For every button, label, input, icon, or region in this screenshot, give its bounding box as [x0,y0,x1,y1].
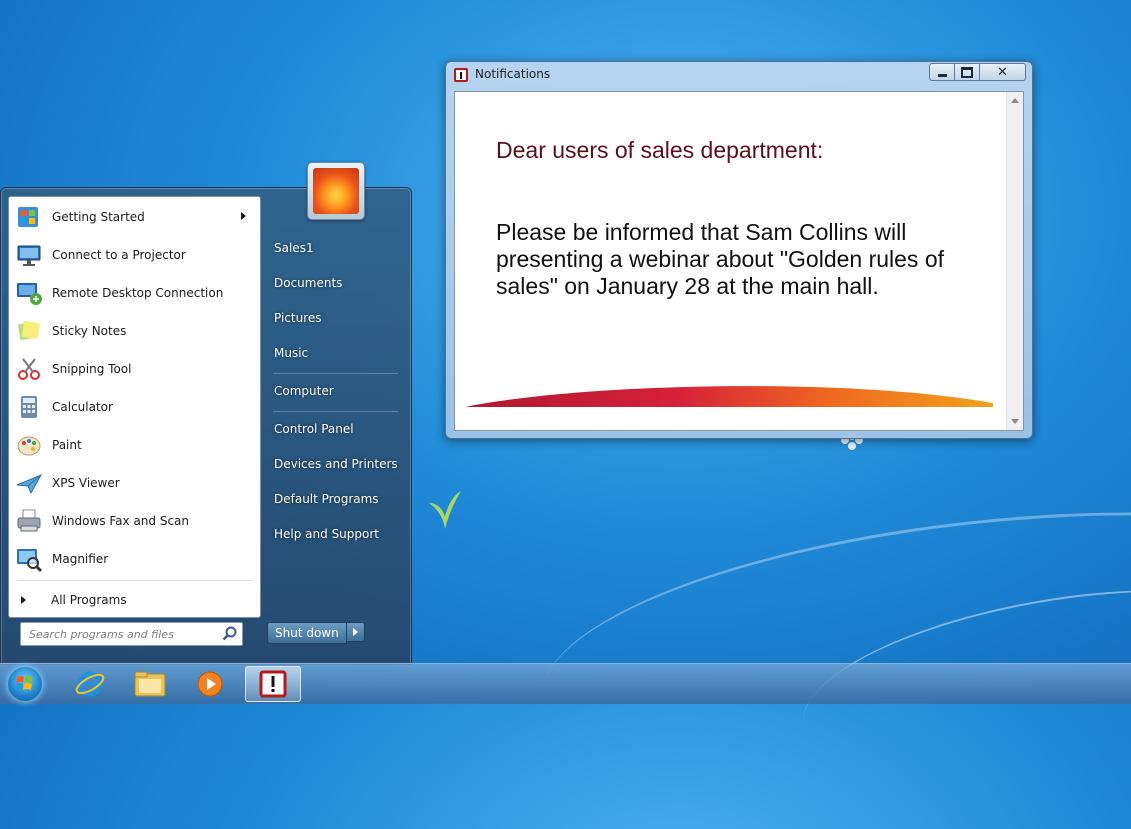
program-label: Paint [52,438,82,452]
program-label: Magnifier [52,552,109,566]
program-label: Getting Started [52,210,145,224]
program-label: Remote Desktop Connection [52,286,224,300]
start-button[interactable] [6,665,44,703]
right-item-control-panel[interactable]: Control Panel [266,415,404,443]
program-item-calculator[interactable]: Calculator [13,389,256,425]
decorative-swoosh [465,386,993,407]
search-icon[interactable] [221,625,239,643]
close-icon: ✕ [997,64,1008,80]
getting-started-icon [13,201,45,233]
internet-explorer-icon [75,671,105,697]
notification-content: Dear users of sales department: Please b… [454,91,1024,431]
xps-viewer-icon [13,467,45,499]
window-controls: ✕ [929,63,1026,81]
program-item-xps-viewer[interactable]: XPS Viewer [13,465,256,501]
sticky-notes-icon [13,315,45,347]
right-item-label: Devices and Printers [274,457,398,471]
program-item-snipping-tool[interactable]: Snipping Tool [13,351,256,387]
right-item-help-support[interactable]: Help and Support [266,520,404,548]
windows-logo-icon [15,676,33,690]
notification-app-icon [454,68,468,82]
taskbar [0,663,1131,704]
right-pane-separator [273,373,398,374]
all-programs-button[interactable]: All Programs [17,587,253,613]
taskbar-file-explorer[interactable] [122,666,178,702]
right-item-devices-printers[interactable]: Devices and Printers [266,450,404,478]
program-item-connect-projector[interactable]: Connect to a Projector [13,237,256,273]
start-search-box[interactable] [20,622,243,646]
right-item-pictures[interactable]: Pictures [266,304,404,332]
program-item-paint[interactable]: Paint [13,427,256,463]
shutdown-button[interactable]: Shut down [267,622,347,644]
media-player-icon [197,671,223,697]
program-item-sticky-notes[interactable]: Sticky Notes [13,313,256,349]
right-item-label: Default Programs [274,492,379,506]
program-item-getting-started[interactable]: Getting Started [13,199,256,235]
taskbar-media-player[interactable] [182,666,238,702]
chevron-right-icon [352,628,358,636]
program-item-remote-desktop[interactable]: Remote Desktop Connection [13,275,256,311]
wallpaper-leaf-icon [429,491,461,529]
right-item-user-folder[interactable]: Sales1 [266,234,404,262]
program-label: XPS Viewer [52,476,120,490]
projector-icon [13,239,45,271]
notifications-app-icon [259,670,287,698]
right-item-label: Documents [274,276,343,290]
right-item-documents[interactable]: Documents [266,269,404,297]
snipping-tool-icon [13,353,45,385]
scroll-down-icon[interactable] [1011,419,1019,424]
program-label: Snipping Tool [52,362,132,376]
calculator-icon [13,391,45,423]
program-item-fax-scan[interactable]: Windows Fax and Scan [13,503,256,539]
close-button[interactable]: ✕ [980,63,1026,81]
notification-greeting: Dear users of sales department: [496,137,824,163]
search-input[interactable] [21,624,221,644]
submenu-arrow-icon [241,212,246,220]
start-menu: Getting Started Connect to a Projector R… [0,162,412,665]
vertical-scrollbar[interactable] [1006,92,1023,430]
right-item-label: Computer [274,384,334,398]
fax-scan-icon [13,505,45,537]
paint-icon [13,429,45,461]
program-label: Sticky Notes [52,324,127,338]
program-label: Calculator [52,400,113,414]
right-item-default-programs[interactable]: Default Programs [266,485,404,513]
taskbar-internet-explorer[interactable] [62,666,118,702]
start-menu-programs-pane: Getting Started Connect to a Projector R… [8,196,261,618]
programs-separator [17,580,253,581]
right-item-label: Pictures [274,311,322,325]
remote-desktop-icon [13,277,45,309]
minimize-button[interactable] [929,63,955,81]
program-label: Windows Fax and Scan [52,514,190,528]
program-label: Connect to a Projector [52,248,186,262]
right-item-music[interactable]: Music [266,339,404,367]
notification-body: Please be informed that Sam Collins will… [496,219,945,299]
shutdown-options-button[interactable] [346,622,365,642]
notifications-window[interactable]: Notifications ✕ Dear users of sales depa… [445,61,1033,439]
scroll-up-icon[interactable] [1011,98,1019,103]
minimize-icon [937,73,947,77]
right-item-computer[interactable]: Computer [266,377,404,405]
taskbar-notifications-app[interactable] [245,666,301,702]
maximize-icon [961,66,973,78]
window-title: Notifications [475,67,551,81]
right-item-label: Help and Support [274,527,379,541]
user-picture[interactable] [307,162,365,220]
magnifier-icon [13,543,45,575]
right-item-label: Sales1 [274,241,314,255]
desktop-wallpaper-streak [528,473,1131,829]
shutdown-group: Shut down [267,622,365,644]
all-programs-label: All Programs [51,593,127,607]
program-item-magnifier[interactable]: Magnifier [13,541,256,577]
user-avatar [313,168,359,214]
all-programs-arrow-icon [21,596,26,604]
right-item-label: Music [274,346,309,360]
file-explorer-icon [134,671,166,697]
right-pane-separator [273,411,398,412]
right-item-label: Control Panel [274,422,354,436]
maximize-button[interactable] [955,63,980,81]
